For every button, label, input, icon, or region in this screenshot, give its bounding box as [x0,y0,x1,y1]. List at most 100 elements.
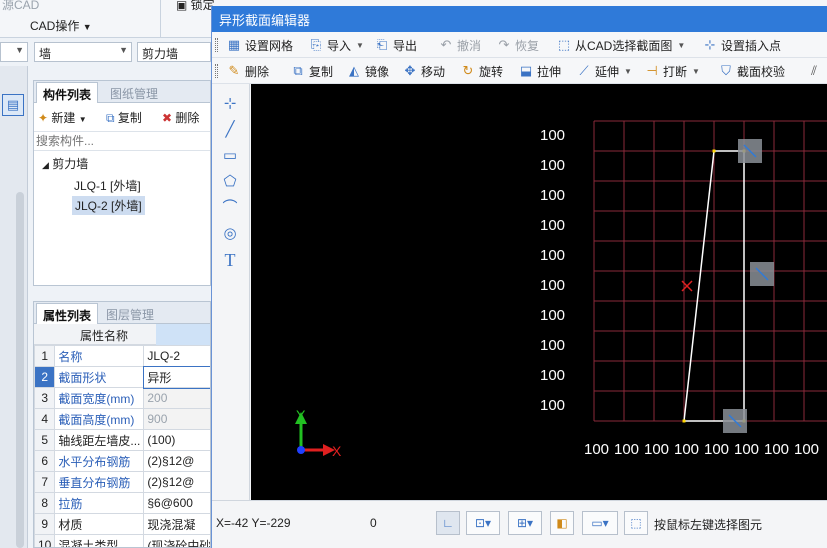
extend-tool[interactable]: ⟋ 延伸 ▼ [576,62,632,80]
property-row[interactable]: 8 拉筋 §6@600 [34,492,210,514]
property-value[interactable]: (现浇砼中砂碎 [143,534,210,547]
mirror-tool[interactable]: ◭ 镜像 [346,62,389,80]
grid-row-label: 100 [540,337,566,354]
floor-select[interactable]: ▼ [0,42,28,62]
export-button[interactable]: ⎗ 导出 [374,36,417,54]
search-input[interactable] [34,131,210,151]
select-mode-icon[interactable]: ⬚ [624,511,648,535]
arc-tool-icon[interactable]: ⌒ [220,198,240,218]
rectangle-tool-icon[interactable]: ▭ [220,146,240,166]
property-row-number: 8 [34,492,56,514]
property-value[interactable]: (100) [143,429,210,451]
property-value[interactable]: JLQ-2 [143,345,210,367]
property-row[interactable]: 5 轴线距左墙皮... (100) [34,429,210,451]
property-panel: 属性列表 图层管理 属性名称 1 名称 JLQ-2 2 截面形状 异形 3 截面宽度(mm) 2… [33,301,211,548]
line-tool-icon[interactable]: ╱ [220,120,240,140]
property-row[interactable]: 4 截面高度(mm) 900 [34,408,210,430]
section-check-tool[interactable]: ⛉ 截面校验 [718,62,785,80]
property-row-number: 9 [34,513,56,535]
polygon-tool-icon[interactable]: ⬠ [220,172,240,192]
redo-button[interactable]: ↷ 恢复 [496,36,539,54]
left-nav-strip: ▤ [0,66,28,548]
toolbar-grip-2[interactable] [215,64,218,78]
insert-point-icon: ⊹ [704,37,716,52]
break-tool[interactable]: ⊣ 打断 ▼ [644,62,700,80]
property-value[interactable]: 异形 [142,365,210,389]
tab-component-list[interactable]: 构件列表 [36,82,99,103]
move-tool[interactable]: ✥ 移动 [402,62,445,80]
grid-row-label: 100 [540,247,566,264]
delete-tool[interactable]: ✎ 删除 [226,62,269,80]
copy-icon: ⧉ [293,63,303,78]
property-row[interactable]: 3 截面宽度(mm) 200 [34,387,210,409]
tab-drawing-management[interactable]: 图纸管理 [104,82,164,103]
grid-icon: ▦ [227,37,241,52]
locked-button[interactable]: ▣ 锁定 [176,0,215,13]
set-insert-point-button[interactable]: ⊹ 设置插入点 [702,36,781,54]
property-name: 混凝土类型 [54,534,145,547]
overflow-tool[interactable]: ⫽ [806,62,822,80]
grid-row-label: 100 [540,217,566,234]
subtype-select[interactable]: 剪力墙 [137,42,211,62]
property-value[interactable]: 现浇混凝 [143,513,210,535]
display-mode-icon[interactable]: ▭▾ [582,511,618,535]
undo-button[interactable]: ↶ 撤消 [438,36,481,54]
ortho-toggle-icon[interactable]: ∟ [436,511,460,535]
draw-toolbar: ⊹ ╱ ▭ ⬠ ⌒ ◎ T [212,84,250,500]
property-row-number: 6 [34,450,56,472]
rotate-icon: ↻ [462,63,474,78]
property-value[interactable]: (2)§12@ [143,450,210,472]
type-select[interactable]: 墙 ▼ [34,42,132,62]
grid-row-label: 100 [540,397,566,414]
tree-item-jlq2[interactable]: JLQ-2 [外墙] [72,196,145,215]
property-row[interactable]: 2 截面形状 异形 [34,365,210,389]
property-header-label: 属性名称 [80,329,129,343]
grid-row-label: 100 [540,187,566,204]
circle-tool-icon[interactable]: ◎ [220,224,240,244]
property-row[interactable]: 6 水平分布钢筋 (2)§12@ [34,450,210,472]
import-icon: ⎘ [310,37,322,52]
tree-root[interactable]: ◢ 剪力墙 [42,155,88,172]
grid-col-label: 100 [584,441,610,458]
grid-col-label: 100 [794,441,820,458]
point-tool-icon[interactable]: ⊹ [220,94,240,114]
cad-ops-menu[interactable]: CAD操作 ▼ [30,17,92,34]
property-row-number: 4 [34,408,56,430]
layer-toggle-icon[interactable]: ◧ [550,511,574,535]
tab-property-list[interactable]: 属性列表 [36,303,99,324]
set-grid-button[interactable]: ▦ 设置网格 [226,36,293,54]
import-button[interactable]: ⎘ 导入 ▼ [308,36,364,54]
toolbar-grip[interactable] [215,38,218,52]
property-value[interactable]: 900 [143,408,210,430]
property-row[interactable]: 7 垂直分布钢筋 (2)§12@ [34,471,210,493]
property-name: 轴线距左墙皮... [54,429,145,451]
text-tool-icon[interactable]: T [220,250,240,270]
move-icon: ✥ [404,63,416,78]
property-value[interactable]: §6@600 [143,492,210,514]
layer-icon[interactable]: ▤ [2,94,24,116]
property-row[interactable]: 9 材质 现浇混凝 [34,513,210,535]
property-row[interactable]: 10混凝土类型(现浇砼中砂碎 [34,534,210,547]
drawing-canvas[interactable]: YX 100 100 100 100 100 100 100 100 100 100 100 100… [251,84,827,500]
property-value[interactable]: 200 [143,387,210,409]
export-icon: ⎗ [376,37,388,52]
new-button[interactable]: ✦ 新建 ▼ [38,109,87,126]
property-name: 拉筋 [54,492,145,514]
snap-mode-icon[interactable]: ⊡▾ [466,511,500,535]
rotate-tool[interactable]: ↻ 旋转 [460,62,503,80]
from-cad-button[interactable]: ⬚ 从CAD选择截面图 ▼ [556,36,685,54]
property-row[interactable]: 1 名称 JLQ-2 [34,345,210,367]
copy-button[interactable]: ⧉ 复制 [106,109,142,126]
delete-button[interactable]: ✖ 删除 [162,109,199,126]
grid-snap-icon[interactable]: ⊞▾ [508,511,542,535]
copy-tool[interactable]: ⧉ 复制 [290,62,333,80]
ribbon-cad-source[interactable]: 源CAD [2,0,39,13]
grid-svg: YX [295,120,827,459]
axis-origin [297,446,305,454]
grid-col-label: 100 [764,441,790,458]
left-scrollbar[interactable] [16,192,24,548]
tab-layer-management[interactable]: 图层管理 [100,303,160,324]
property-value[interactable]: (2)§12@ [143,471,210,493]
stretch-tool[interactable]: ⬓ 拉伸 [518,62,561,80]
tree-item-jlq1[interactable]: JLQ-1 [外墙] [74,177,141,194]
